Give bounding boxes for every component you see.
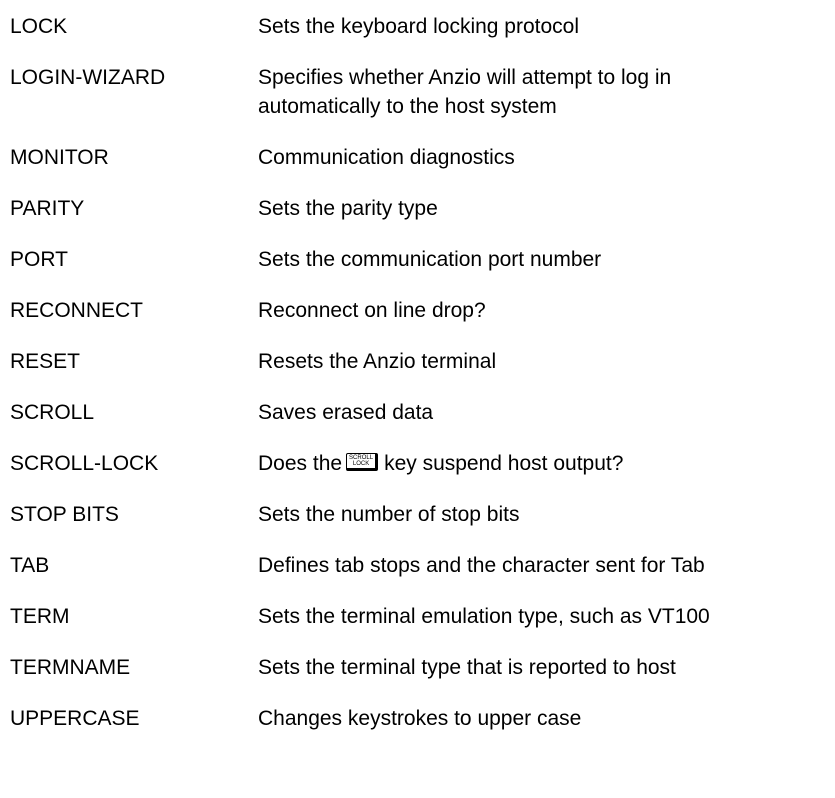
command-table: LOCK Sets the keyboard locking protocol … bbox=[10, 12, 832, 755]
command-row: UPPERCASE Changes keystrokes to upper ca… bbox=[10, 704, 832, 733]
command-row: LOGIN-WIZARD Specifies whether Anzio wil… bbox=[10, 63, 832, 121]
command-name: TERMNAME bbox=[10, 656, 131, 679]
command-row: STOP BITS Sets the number of stop bits bbox=[10, 500, 832, 529]
keycap-label-bottom: LOCK bbox=[352, 461, 370, 468]
description-line: Sets the terminal type that is reported … bbox=[258, 656, 676, 679]
description-text-before: Does the bbox=[258, 452, 343, 475]
command-description: Sets the parity type bbox=[258, 194, 832, 223]
description-line: Defines tab stops and the character sent… bbox=[258, 554, 705, 577]
command-description: Communication diagnostics bbox=[258, 143, 832, 172]
description-line: Sets the terminal emulation type, such a… bbox=[258, 605, 710, 628]
command-row: TERM Sets the terminal emulation type, s… bbox=[10, 602, 832, 631]
command-name: LOGIN-WIZARD bbox=[10, 66, 166, 89]
command-name: PORT bbox=[10, 248, 68, 271]
command-row: TERMNAME Sets the terminal type that is … bbox=[10, 653, 832, 682]
command-name: TERM bbox=[10, 605, 70, 628]
command-description: Sets the keyboard locking protocol bbox=[258, 12, 832, 41]
scroll-lock-key-icon: SCROLL LOCK bbox=[346, 453, 379, 472]
command-description: Resets the Anzio terminal bbox=[258, 347, 832, 376]
command-description: Reconnect on line drop? bbox=[258, 296, 832, 325]
page: { "commands": [ {"name": "LOCK", "descri… bbox=[0, 0, 835, 798]
command-name: PARITY bbox=[10, 197, 85, 220]
command-description: Saves erased data bbox=[258, 398, 832, 427]
command-row: LOCK Sets the keyboard locking protocol bbox=[10, 12, 832, 41]
command-name: UPPERCASE bbox=[10, 707, 140, 730]
description-line: Sets the keyboard locking protocol bbox=[258, 15, 580, 38]
description-line: Sets the communication port number bbox=[258, 248, 602, 271]
description-line: Communication diagnostics bbox=[258, 146, 515, 169]
command-description: Changes keystrokes to upper case bbox=[258, 704, 832, 733]
command-description: Defines tab stops and the character sent… bbox=[258, 551, 832, 580]
command-row: PORT Sets the communication port number bbox=[10, 245, 832, 274]
command-row: RECONNECT Reconnect on line drop? bbox=[10, 296, 832, 325]
command-row: TAB Defines tab stops and the character … bbox=[10, 551, 832, 580]
description-line: Reconnect on line drop? bbox=[258, 299, 486, 322]
command-name: LOCK bbox=[10, 15, 68, 38]
command-description: Sets the number of stop bits bbox=[258, 500, 832, 529]
command-description: Sets the terminal emulation type, such a… bbox=[258, 602, 832, 631]
command-row: MONITOR Communication diagnostics bbox=[10, 143, 832, 172]
command-name: STOP BITS bbox=[10, 503, 119, 526]
command-name: RESET bbox=[10, 350, 81, 373]
command-name: TAB bbox=[10, 554, 50, 577]
command-name: MONITOR bbox=[10, 146, 109, 169]
command-row: RESET Resets the Anzio terminal bbox=[10, 347, 832, 376]
description-line: Sets the number of stop bits bbox=[258, 503, 520, 526]
description-line: Resets the Anzio terminal bbox=[258, 350, 497, 373]
command-description: Specifies whether Anzio will attempt to … bbox=[258, 63, 832, 121]
command-name: RECONNECT bbox=[10, 299, 144, 322]
command-description: Sets the terminal type that is reported … bbox=[258, 653, 832, 682]
command-description: Sets the communication port number bbox=[258, 245, 832, 274]
description-line: automatically to the host system bbox=[258, 95, 557, 118]
description-text-after: key suspend host output? bbox=[384, 452, 624, 475]
description-line: Saves erased data bbox=[258, 401, 434, 424]
command-description: Does the SCROLL LOCK key suspend host outpu… bbox=[258, 449, 832, 478]
description-line: Specifies whether Anzio will attempt to … bbox=[258, 66, 672, 89]
command-row: SCROLL Saves erased data bbox=[10, 398, 832, 427]
command-name: SCROLL-LOCK bbox=[10, 452, 159, 475]
command-name: SCROLL bbox=[10, 401, 95, 424]
description-line: Changes keystrokes to upper case bbox=[258, 707, 582, 730]
command-row: PARITY Sets the parity type bbox=[10, 194, 832, 223]
command-row: SCROLL-LOCK Does the SCROLL LOCK key suspen… bbox=[10, 449, 832, 478]
description-line: Sets the parity type bbox=[258, 197, 438, 220]
